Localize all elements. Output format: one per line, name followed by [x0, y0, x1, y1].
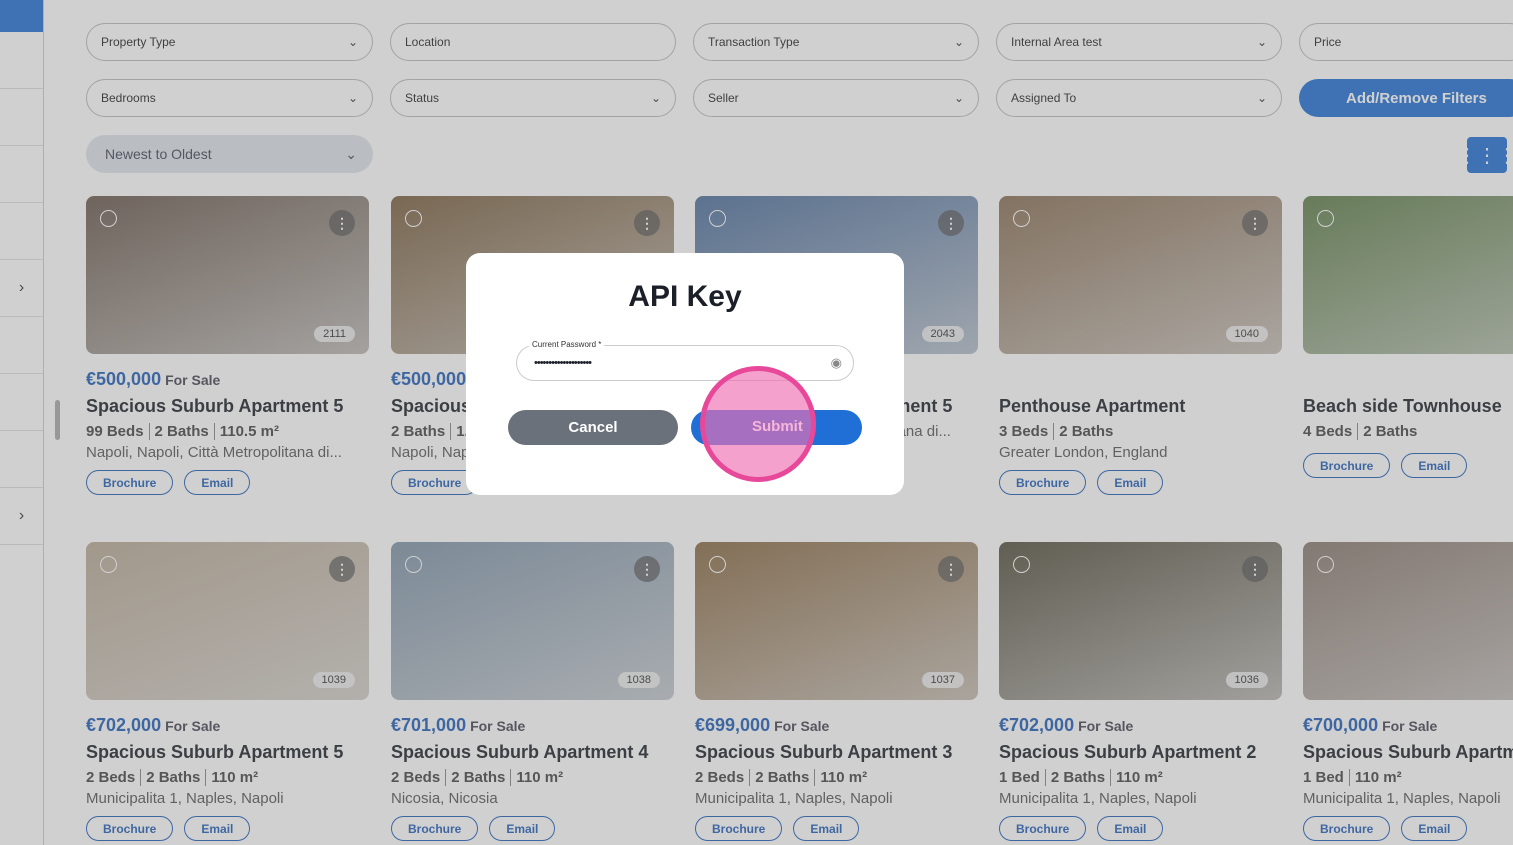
eye-icon[interactable]: ◉	[831, 355, 842, 371]
api-key-dialog: API Key Current Password * •••••••••••••…	[466, 253, 904, 495]
password-value[interactable]: ••••••••••••••••••••	[534, 357, 592, 369]
dialog-title: API Key	[628, 280, 742, 313]
submit-label: Submit	[752, 418, 803, 435]
current-password-field[interactable]: Current Password * •••••••••••••••••••• …	[516, 340, 854, 381]
field-label: Current Password *	[529, 340, 605, 349]
cancel-button[interactable]: Cancel	[508, 410, 678, 445]
